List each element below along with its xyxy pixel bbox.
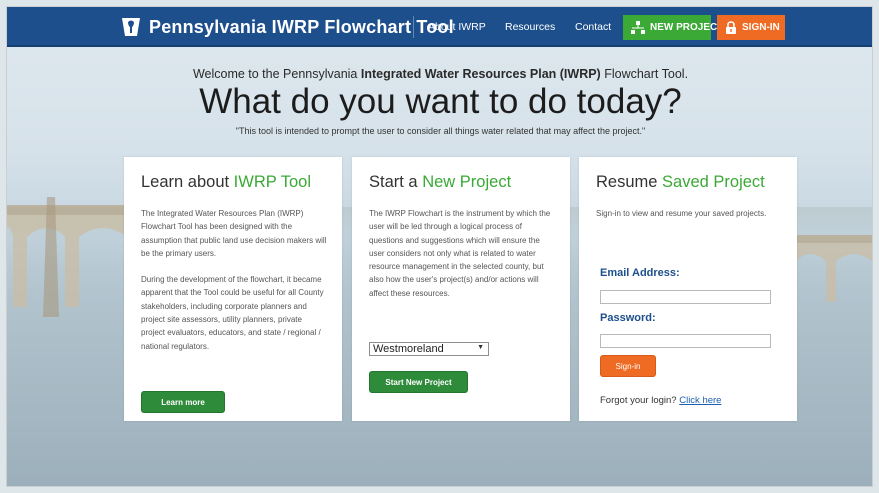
sign-in-submit-button[interactable]: Sign-in bbox=[600, 355, 656, 377]
new-project-card-body: The IWRP Flowchart is the instrument by … bbox=[369, 209, 551, 298]
start-new-project-button[interactable]: Start New Project bbox=[369, 371, 468, 393]
browser-viewport: Pennsylvania IWRP Flowchart Tool About I… bbox=[6, 6, 873, 487]
sign-in-button[interactable]: SIGN-IN bbox=[717, 15, 785, 40]
resume-project-card: Resume Saved Project Sign-in to view and… bbox=[579, 157, 797, 421]
new-project-card: Start a New Project The IWRP Flowchart i… bbox=[352, 157, 570, 421]
nav-contact[interactable]: Contact bbox=[575, 21, 611, 33]
lock-icon bbox=[726, 21, 736, 34]
learn-card-title: Learn about IWRP Tool bbox=[141, 173, 312, 191]
bridge-right bbox=[792, 235, 872, 302]
bridge-left bbox=[7, 197, 127, 317]
learn-card: Learn about IWRP Tool The Integrated Wat… bbox=[124, 157, 342, 421]
site-title: Pennsylvania IWRP Flowchart Tool bbox=[149, 16, 454, 37]
new-project-card-title: Start a New Project bbox=[369, 173, 512, 191]
nav-about-iwrp[interactable]: About IWRP bbox=[428, 21, 486, 33]
new-project-button[interactable]: NEW PROJECT bbox=[623, 15, 723, 40]
password-label: Password: bbox=[600, 312, 656, 324]
sign-in-label: SIGN-IN bbox=[742, 22, 780, 33]
keystone-logo-icon bbox=[122, 18, 140, 36]
email-label: Email Address: bbox=[600, 267, 680, 279]
page-headline: What do you want to do today? bbox=[199, 82, 682, 121]
resume-card-title: Resume Saved Project bbox=[596, 173, 765, 191]
nav-divider bbox=[413, 16, 414, 38]
learn-more-button[interactable]: Learn more bbox=[141, 391, 225, 413]
top-nav-bar: Pennsylvania IWRP Flowchart Tool About I… bbox=[7, 7, 872, 47]
flowchart-icon bbox=[631, 21, 645, 34]
tool-tagline: "This tool is intended to prompt the use… bbox=[235, 126, 646, 136]
new-project-label: NEW PROJECT bbox=[650, 22, 724, 33]
nav-resources[interactable]: Resources bbox=[505, 21, 555, 33]
password-field[interactable] bbox=[600, 334, 771, 348]
county-select-value: Westmoreland bbox=[373, 343, 444, 355]
brand[interactable]: Pennsylvania IWRP Flowchart Tool bbox=[121, 14, 454, 40]
dropdown-arrow-icon: ▼ bbox=[477, 344, 484, 351]
county-select[interactable]: Westmoreland ▼ bbox=[369, 342, 489, 356]
resume-card-body: Sign-in to view and resume your saved pr… bbox=[596, 209, 767, 218]
welcome-text: Welcome to the Pennsylvania Integrated W… bbox=[192, 67, 689, 81]
email-field[interactable] bbox=[600, 290, 771, 304]
learn-card-body: The Integrated Water Resources Plan (IWR… bbox=[141, 209, 327, 351]
forgot-login-link[interactable]: Click here bbox=[679, 395, 721, 406]
forgot-login: Forgot your login? Click here bbox=[600, 395, 722, 406]
